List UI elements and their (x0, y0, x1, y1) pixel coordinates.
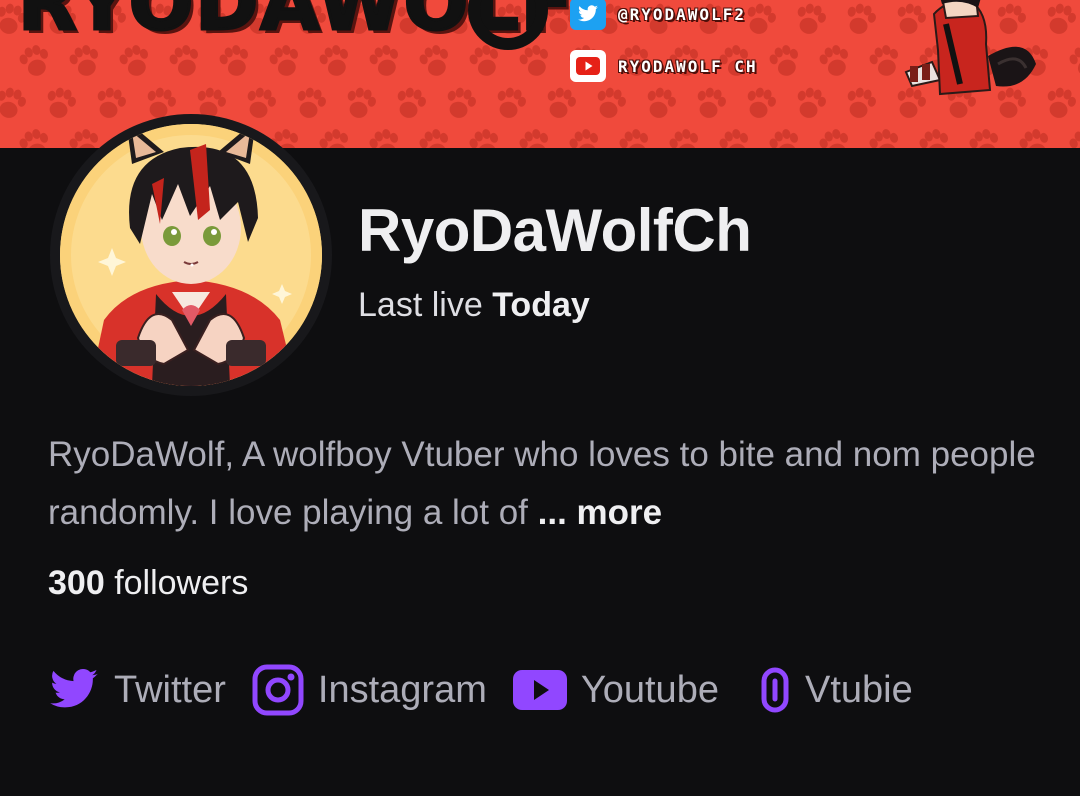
paw-print (716, 126, 754, 148)
followers-number: 300 (48, 564, 105, 602)
twitter-icon (570, 0, 606, 30)
paw-print (293, 85, 329, 122)
youtube-icon (512, 670, 567, 710)
paw-print (616, 126, 654, 148)
paw-print (166, 42, 204, 80)
paw-print (1066, 42, 1080, 80)
paw-print (16, 42, 54, 80)
paw-print (493, 85, 529, 122)
paw-print (316, 42, 354, 80)
link-icon (759, 667, 791, 713)
paw-print (843, 85, 879, 122)
last-live-status: Last live Today (358, 286, 590, 325)
paw-print (1016, 126, 1054, 148)
paw-print (793, 85, 829, 122)
paw-print (16, 126, 54, 148)
paw-print (643, 85, 679, 122)
paw-print (593, 85, 629, 122)
paw-print (66, 126, 104, 148)
paw-print (416, 42, 454, 80)
link-twitter-label: Twitter (114, 668, 226, 711)
paw-print (743, 1, 779, 38)
avatar-illustration (60, 124, 322, 386)
paw-print (766, 126, 804, 148)
banner-twitter-handle: @RYODAWOLF2 (618, 4, 746, 24)
link-youtube-label: Youtube (580, 668, 719, 711)
paw-print (0, 85, 29, 122)
paw-print (416, 126, 454, 148)
paw-print (1043, 85, 1079, 122)
paw-print (116, 42, 154, 80)
paw-print (766, 42, 804, 80)
paw-print (366, 126, 404, 148)
channel-name: RyoDaWolfCh (358, 197, 752, 264)
paw-print (393, 85, 429, 122)
banner-character-art (904, 0, 1036, 96)
paw-print (916, 126, 954, 148)
paw-print (866, 126, 904, 148)
link-instagram[interactable]: Instagram (252, 664, 487, 716)
paw-print (316, 126, 354, 148)
paw-print (66, 42, 104, 80)
paw-print (843, 1, 879, 38)
paw-print (93, 85, 129, 122)
bio-more-link[interactable]: ... more (538, 493, 662, 532)
twitter-icon (48, 668, 100, 712)
link-vtubie[interactable]: Vtubie (759, 667, 913, 713)
paw-print (343, 85, 379, 122)
social-links: Twitter Instagram Youtube Vtubie (48, 660, 939, 720)
paw-print (543, 85, 579, 122)
banner-youtube: RYODAWOLF CH (570, 50, 758, 82)
followers-label: followers (114, 564, 249, 602)
paw-print (366, 42, 404, 80)
paw-print (466, 126, 504, 148)
paw-print (43, 85, 79, 122)
last-live-value: Today (492, 286, 590, 324)
link-twitter[interactable]: Twitter (48, 668, 226, 712)
paw-print (966, 126, 1004, 148)
channel-bio: RyoDaWolf, A wolfboy Vtuber who loves to… (48, 426, 1038, 542)
paw-print (516, 126, 554, 148)
link-vtubie-label: Vtubie (804, 668, 913, 711)
paw-print (266, 42, 304, 80)
paw-print (693, 85, 729, 122)
instagram-icon (252, 664, 304, 716)
last-live-prefix: Last live (358, 286, 483, 324)
paw-print (816, 42, 854, 80)
paw-print (816, 126, 854, 148)
banner-twitter: @RYODAWOLF2 (570, 0, 746, 30)
link-instagram-label: Instagram (317, 668, 487, 711)
channel-avatar[interactable] (50, 114, 332, 396)
paw-print (1066, 126, 1080, 148)
paw-print (1043, 1, 1079, 38)
wolf-tail-logo (468, 0, 548, 50)
paw-print (793, 1, 829, 38)
followers-count: 300 followers (48, 564, 248, 603)
paw-print (743, 85, 779, 122)
paw-print (216, 42, 254, 80)
paw-print (243, 85, 279, 122)
paw-print (566, 126, 604, 148)
banner-youtube-handle: RYODAWOLF CH (618, 56, 758, 76)
link-youtube[interactable]: Youtube (512, 668, 719, 712)
paw-print (443, 85, 479, 122)
youtube-icon (570, 50, 606, 82)
paw-print (666, 126, 704, 148)
